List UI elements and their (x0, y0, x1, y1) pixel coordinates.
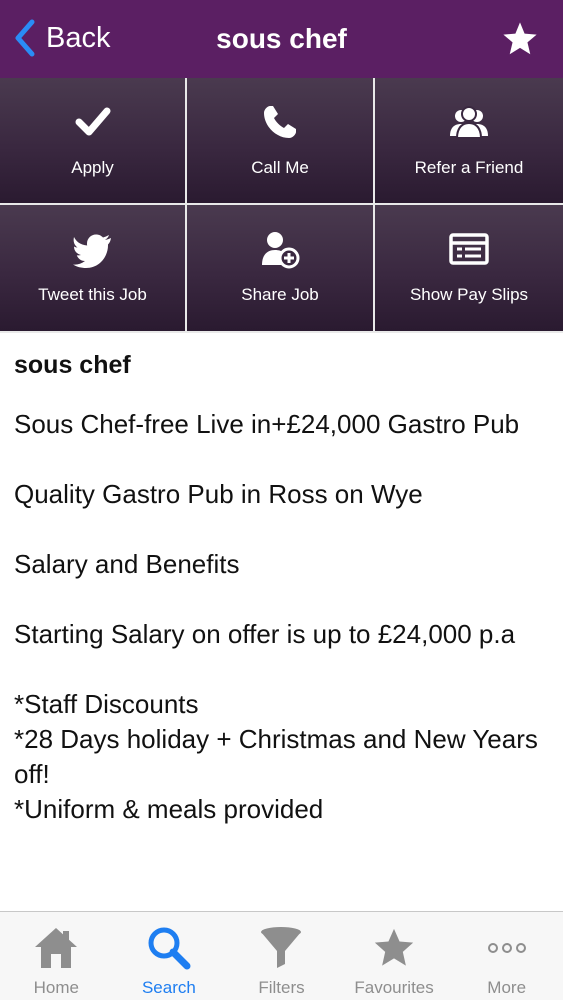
share-job-button[interactable]: Share Job (187, 205, 375, 333)
tab-search[interactable]: Search (113, 912, 226, 1000)
benefit-item: *28 Days holiday + Christmas and New Yea… (14, 724, 538, 789)
apply-button[interactable]: Apply (0, 78, 187, 205)
tab-filters-label: Filters (258, 978, 305, 997)
job-headline: Sous Chef-free Live in+£24,000 Gastro Pu… (14, 409, 520, 439)
star-icon[interactable] (501, 20, 539, 58)
page-title: sous chef (216, 23, 347, 54)
home-icon (32, 924, 80, 972)
chevron-left-icon (15, 19, 35, 57)
tab-more-label: More (487, 978, 527, 997)
payslip-list-icon (447, 227, 491, 271)
tab-filters[interactable]: Filters (225, 912, 338, 1000)
call-me-button[interactable]: Call Me (187, 78, 375, 205)
job-title: sous chef (14, 351, 131, 379)
show-pay-slips-button[interactable]: Show Pay Slips (375, 205, 563, 333)
add-person-icon (258, 227, 302, 271)
phone-icon (258, 100, 302, 144)
job-actions-grid: Apply Call Me Refer a Friend Tweet this … (0, 78, 563, 333)
tab-favourites-label: Favourites (354, 978, 434, 997)
salary-heading: Salary and Benefits (14, 549, 240, 579)
salary-line: Starting Salary on offer is up to £24,00… (14, 619, 516, 649)
tab-home-label: Home (33, 978, 79, 997)
filter-funnel-icon (257, 924, 305, 972)
back-button[interactable]: Back (12, 18, 110, 58)
apply-label: Apply (71, 158, 114, 177)
benefit-item: *Staff Discounts (14, 689, 199, 719)
benefit-item: *Uniform & meals provided (14, 794, 324, 824)
show-pay-slips-label: Show Pay Slips (409, 285, 529, 304)
tweet-this-job-label: Tweet this Job (38, 285, 147, 304)
navigation-bar: Back sous chef (0, 0, 563, 78)
benefits-list: *Staff Discounts *28 Days holiday + Chri… (14, 687, 549, 827)
share-job-label: Share Job (241, 285, 319, 304)
tab-home[interactable]: Home (0, 912, 113, 1000)
tab-more[interactable]: More (450, 912, 563, 1000)
twitter-bird-icon (71, 227, 115, 271)
people-icon (447, 100, 491, 144)
job-location-line: Quality Gastro Pub in Ross on Wye (14, 479, 423, 509)
tab-search-label: Search (141, 978, 196, 997)
tweet-this-job-button[interactable]: Tweet this Job (0, 205, 187, 333)
back-label: Back (46, 21, 111, 54)
tab-favourites[interactable]: Favourites (338, 912, 451, 1000)
refer-a-friend-label: Refer a Friend (414, 158, 524, 177)
checkmark-icon (71, 100, 115, 144)
call-me-label: Call Me (251, 158, 309, 177)
search-icon (145, 924, 193, 972)
star-icon (370, 924, 418, 972)
job-description: sous chef Sous Chef-free Live in+£24,000… (14, 333, 549, 911)
refer-a-friend-button[interactable]: Refer a Friend (375, 78, 563, 205)
more-dots-icon (483, 924, 531, 972)
tab-bar: Home Search Filters Favourites More (0, 911, 563, 1000)
